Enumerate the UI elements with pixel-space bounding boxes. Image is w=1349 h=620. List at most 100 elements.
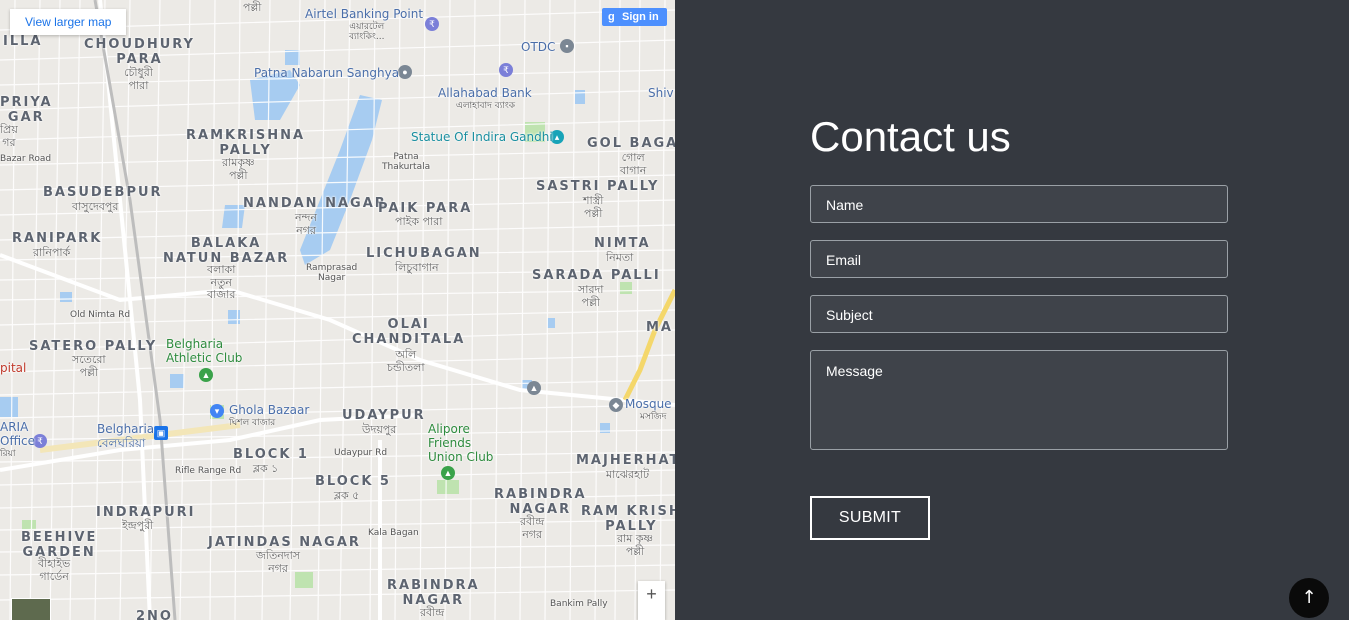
map-label-majherhat-bn: মাঝেরহাট — [606, 468, 650, 481]
map-label-lichubagan: LICHUBAGAN — [366, 246, 482, 261]
map-label-sastri-bn: শাস্ত্রী পল্লী — [583, 194, 604, 220]
map-label-priya: PRIYA GAR — [0, 95, 53, 125]
map-label-ramkrish2-bn: রাম কৃষ্ণ পল্লী — [617, 532, 654, 558]
map-label-nandan: NANDAN NAGAR — [243, 196, 387, 211]
map-label-sarada-bn: সারদা পল্লী — [578, 283, 604, 309]
map-label-allahabad: Allahabad Bank — [438, 86, 532, 100]
map-label-aria-bn: রিয়া — [0, 449, 16, 459]
scroll-to-top-button[interactable]: ↑ — [1289, 578, 1329, 618]
map-label-2no: 2NO — [136, 609, 173, 620]
community-pin-icon[interactable]: ● — [398, 65, 412, 79]
email-field[interactable]: Email — [810, 240, 1228, 278]
map-label-gol-bagan-bn: গোল বাগান — [620, 151, 647, 177]
name-field[interactable]: Name — [810, 185, 1228, 223]
google-g-icon: g — [608, 11, 615, 23]
map-label-airtel-bn: এয়ারটেল ব্যাংকিং... — [349, 22, 385, 43]
submit-button[interactable]: SUBMIT — [810, 496, 930, 540]
club-pin-icon[interactable]: ▲ — [441, 466, 455, 480]
shopping-pin-icon[interactable]: ▾ — [210, 404, 224, 418]
map-label-priya-bn: প্রিয় গর — [0, 123, 18, 149]
map-label-choudhury: CHOUDHURY PARA — [84, 37, 195, 67]
map-label-airtel: Airtel Banking Point — [305, 7, 424, 21]
map-label-olai: OLAI CHANDITALA — [352, 317, 466, 347]
map-label-nimta-bn: নিমতা — [606, 251, 634, 264]
map-label-indira: Statue Of Indira Gandhi — [411, 130, 553, 144]
map-label-aria: ARIA Office — [0, 420, 36, 448]
map-label-ma: MA — [646, 320, 673, 335]
bank-pin-icon[interactable]: ₹ — [499, 63, 513, 77]
map-label-lichubagan-bn: লিচুবাগান — [395, 261, 439, 274]
map-label-ramprasad: Ramprasad Nagar — [306, 263, 358, 284]
map-label-basudebpur: BASUDEBPUR — [43, 185, 163, 200]
map-label-rabindra2: RABINDRA NAGAR — [387, 578, 480, 608]
map-label-mosque-bn: মসজিদ — [640, 412, 667, 422]
map-label-balaka-bn: বলাকা নতুন বাজার — [207, 263, 236, 302]
map-label-nandan-bn: নন্দন নগর — [295, 211, 317, 237]
map-label-block1-bn: ব্লক ১ — [253, 462, 279, 475]
map-label-pally-top: পল্লী — [243, 1, 262, 14]
map-label-udaypur-rd: Udaypur Rd — [334, 448, 388, 458]
page-title: Contact us — [810, 113, 1011, 160]
map-label-ghola: Ghola Bazaar — [229, 403, 310, 417]
map-label-ranipark-bn: রানিপার্ক — [33, 246, 71, 259]
embedded-map[interactable]: ₹ ▪ ● ₹ ▴ ▲ ▾ ▲ ▲ ₹ ▣ ◆ পল্লী Airtel Bank… — [0, 0, 675, 620]
map-label-patna-nabarun: Patna Nabarun Sanghya — [254, 66, 400, 80]
map-label-mosque: Mosque — [625, 397, 672, 411]
map-label-majherhat: MAJHERHAT — [576, 453, 675, 468]
map-label-alipore: Alipore Friends Union Club — [428, 422, 494, 464]
map-label-belgharia: Belgharia বেলঘরিয়া — [97, 422, 155, 450]
map-label-old-nimta: Old Nimta Rd — [70, 310, 131, 320]
message-field[interactable]: Message — [810, 350, 1228, 450]
map-label-bankim: Bankim Pally — [550, 599, 608, 609]
map-label-olai-bn: অলি চন্ডীতলা — [387, 348, 425, 374]
map-label-basudebpur-bn: বাসুদেবপুর — [72, 200, 119, 213]
school-pin-icon[interactable]: ▲ — [527, 381, 541, 395]
map-label-satero-bn: সতেরো পল্লী — [72, 353, 106, 379]
map-label-ramkrishna: RAMKRISHNA PALLY — [186, 128, 306, 158]
map-label-choudhury-bn: চৌধুরী পারা — [124, 66, 153, 92]
map-label-patna-thakurtala: Patna Thakurtala — [382, 152, 431, 173]
map-label-beehive-bn: বীহাইভ গার্ডেন — [38, 557, 71, 583]
zoom-in-button[interactable]: + — [638, 581, 665, 620]
map-label-block5-bn: ব্লক ৫ — [334, 489, 360, 502]
subject-field[interactable]: Subject — [810, 295, 1228, 333]
atm-pin-icon[interactable]: ₹ — [425, 17, 439, 31]
map-label-belgharia-club: Belgharia Athletic Club — [166, 337, 243, 365]
map-label-ghola-bn: ঘিশল বাজার — [229, 418, 276, 428]
map-label-nimta: NIMTA — [594, 236, 651, 251]
map-label-udaypur: UDAYPUR — [342, 408, 426, 423]
map-label-rabindra1-bn: রবীন্দ্র নগর — [520, 515, 545, 541]
map-label-jatindas-bn: জতিনদাস নগর — [256, 549, 301, 575]
map-label-pital: pital — [0, 361, 27, 375]
map-label-paik-bn: পাইক পারা — [395, 215, 443, 228]
map-label-indrapuri-bn: ইন্দ্রপুরী — [122, 519, 154, 532]
map-label-kala-bagan: Kala Bagan — [368, 528, 419, 538]
map-label-sastri: SASTRI PALLY — [536, 179, 660, 194]
office-pin-icon[interactable]: ₹ — [33, 434, 47, 448]
map-label-ramkrishna-bn: রামকৃষ্ণ পল্লী — [222, 156, 255, 182]
sign-in-button[interactable]: g Sign in — [602, 8, 667, 26]
map-label-sarada: SARADA PALLI — [532, 268, 661, 283]
map-label-bazar-road: Bazar Road — [0, 154, 52, 164]
map-label-rabindra2-bn: রবীন্দ্র — [420, 606, 445, 619]
map-label-ramkrish2: RAM KRISH PALLY — [581, 504, 675, 534]
map-label-block1: BLOCK 1 — [233, 447, 309, 462]
map-label-block5: BLOCK 5 — [315, 474, 391, 489]
map-label-shiv: Shiv — [648, 86, 674, 100]
map-label-otdc: OTDC — [521, 40, 556, 54]
arrow-up-icon: ↑ — [1301, 587, 1317, 608]
map-label-udaypur-bn: উদয়পুর — [362, 423, 397, 436]
map-label-rabindra1: RABINDRA NAGAR — [494, 487, 587, 517]
map-label-gol-bagan: GOL BAGAN — [587, 136, 675, 151]
view-larger-map-link[interactable]: View larger map — [10, 9, 127, 35]
sign-in-label: Sign in — [622, 11, 659, 23]
map-label-illa: ILLA — [3, 34, 43, 49]
train-station-icon[interactable]: ▣ — [154, 426, 168, 440]
map-label-rifle: Rifle Range Rd — [175, 466, 242, 476]
building-pin-icon[interactable]: ▪ — [560, 39, 574, 53]
satellite-thumbnail[interactable] — [11, 598, 51, 620]
map-label-allahabad-bn: এলাহাবাদ ব্যাংক — [456, 101, 516, 111]
map-label-ranipark: RANIPARK — [12, 231, 103, 246]
mosque-pin-icon[interactable]: ◆ — [609, 398, 623, 412]
park-pin-icon[interactable]: ▲ — [199, 368, 213, 382]
